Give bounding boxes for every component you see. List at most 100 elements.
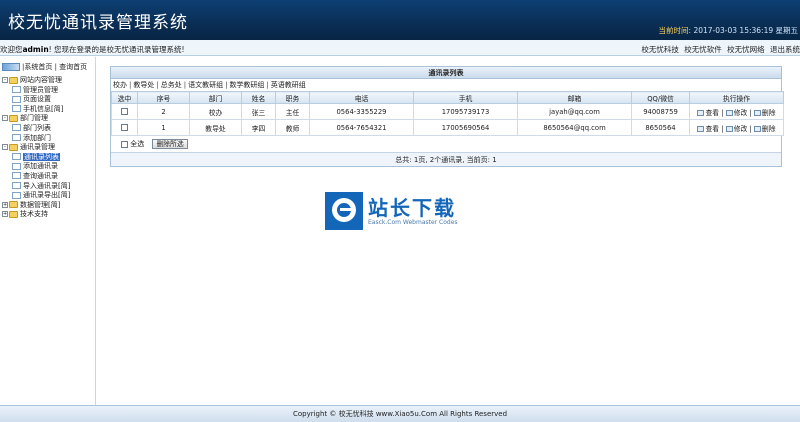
dept-tab[interactable]: 英语教研组 — [271, 81, 306, 89]
folder-icon — [9, 114, 18, 122]
page-icon — [12, 105, 21, 113]
dept-tab[interactable]: 总务处 — [161, 81, 182, 89]
table-body: 2 校办 张三 主任 0564-3355229 17095739173 jayah@qq.c… — [111, 103, 784, 136]
dept-tab[interactable]: 数学教研组 — [229, 81, 264, 89]
sidebar-item[interactable]: 查询通讯录 — [2, 172, 94, 182]
row-checkbox[interactable] — [121, 124, 128, 131]
row-checkbox[interactable] — [121, 108, 128, 115]
dept-tab[interactable]: 教导处 — [133, 81, 154, 89]
page-icon — [12, 134, 21, 142]
welcome-prefix: 欢迎您 — [0, 45, 23, 54]
expand-toggle-icon[interactable]: + — [2, 211, 8, 218]
cell-qq: 8650564 — [631, 119, 690, 136]
sidebar-item-label: 通讯录管理 — [20, 143, 55, 152]
sidebar-item[interactable]: 部门列表 — [2, 124, 94, 134]
delete-label: 删除 — [761, 108, 776, 117]
sidebar-item-label: 查询通讯录 — [23, 171, 58, 180]
cell-mobile: 17005690564 — [413, 119, 518, 136]
link-company[interactable]: 校无忧科技 — [641, 45, 679, 54]
column-header: 职务 — [275, 91, 310, 104]
sidebar-item[interactable]: 手机信息[简] — [2, 105, 94, 115]
main-content: 通讯录列表 校办 | 教导处 | 总务处 | 语文教研组 | 数学教研组 | 英语教研组 选中 序号部… — [110, 66, 784, 167]
link-software[interactable]: 校无忧软件 — [684, 45, 722, 54]
sidebar-item-label: 通讯录列表 — [23, 152, 60, 161]
cell-email: 8650564@qq.com — [517, 119, 632, 136]
cell-dept: 教导处 — [189, 119, 242, 136]
panel-title: 通讯录列表 — [111, 67, 781, 79]
page-icon — [12, 182, 21, 190]
folder-icon — [9, 76, 18, 84]
column-header: QQ/微信 — [631, 91, 690, 104]
top-links: 校无忧科技 校无忧软件 校无忧网络 退出系统 — [638, 44, 800, 55]
sidebar-item[interactable]: - 网站内容管理 — [2, 76, 94, 86]
delete-button[interactable]: 删除 — [753, 124, 776, 133]
cell-email: jayah@qq.com — [517, 103, 632, 120]
cell-name: 李四 — [241, 119, 276, 136]
view-button[interactable]: 查看 — [697, 109, 719, 117]
logout-link[interactable]: 退出系统 — [770, 45, 800, 54]
column-header: 选中 — [111, 91, 138, 104]
edit-button[interactable]: 修改 — [725, 109, 747, 117]
delete-selected-button[interactable]: 删除所选 — [152, 139, 188, 149]
folder-icon — [9, 210, 18, 218]
tab-separator: | — [266, 81, 269, 89]
sidebar-item[interactable]: + 技术支持 — [2, 210, 94, 220]
nav-tree: - 网站内容管理 管理员管理 页面设置 手机信息[简] - 部门管理 部门列表 添加部门 - 通讯录… — [2, 76, 94, 220]
contacts-panel: 通讯录列表 校办 | 教导处 | 总务处 | 语文教研组 | 数学教研组 | 英语教研组 选中 序号部… — [110, 66, 784, 167]
pager: 总共: 1页, 2个通讯录, 当前页: 1 — [111, 152, 781, 166]
sidebar-item[interactable]: 通讯录列表 — [2, 152, 94, 163]
link-network[interactable]: 校无忧网络 — [727, 45, 765, 54]
delete-button[interactable]: 删除 — [753, 108, 776, 117]
sidebar-item[interactable]: 通讯录导出[简] — [2, 191, 94, 201]
row-select-cell — [111, 119, 138, 136]
sidebar-item[interactable]: + 数据管理[简] — [2, 201, 94, 211]
column-header: 部门 — [189, 91, 242, 104]
sidebar-item[interactable]: 添加部门 — [2, 134, 94, 144]
edit-button[interactable]: 修改 — [725, 124, 748, 133]
expand-toggle-icon[interactable]: - — [2, 144, 8, 151]
view-button[interactable]: 查看 — [697, 125, 719, 133]
folder-icon — [9, 201, 18, 209]
app-header: 校无忧通讯录管理系统 当前时间: 2017-03-03 15:36:19 星期五 — [0, 0, 800, 40]
watermark-subtitle: Easck.Com Webmaster Codes — [368, 219, 458, 226]
current-user: admin — [22, 45, 49, 54]
watermark-title: 站长下载 — [368, 196, 456, 220]
sidebar-item-label: 部门管理 — [20, 114, 48, 123]
column-header: 姓名 — [241, 91, 276, 104]
sidebar-item[interactable]: 管理员管理 — [2, 86, 94, 96]
expand-toggle-icon[interactable]: + — [2, 201, 8, 208]
select-all-label: 全选 — [130, 140, 145, 148]
view-icon — [697, 125, 705, 132]
current-time: 当前时间: 2017-03-03 15:36:19 星期五 — [659, 25, 798, 36]
edit-label: 修改 — [733, 124, 748, 133]
column-header: 手机 — [413, 91, 518, 104]
sidebar-item-label: 数据管理[简] — [20, 200, 61, 209]
expand-toggle-icon[interactable]: - — [2, 115, 8, 122]
expand-toggle-icon[interactable]: - — [2, 77, 8, 83]
sidebar-item[interactable]: 添加通讯录 — [2, 162, 94, 172]
cell-mobile: 17095739173 — [413, 103, 518, 120]
page-icon — [12, 162, 21, 170]
watermark-logo-icon — [325, 192, 363, 230]
sidebar-item[interactable]: - 通讯录管理 — [2, 143, 94, 153]
delete-label: 删除 — [761, 124, 776, 133]
sidebar-item-label: 通讯录导出[简] — [23, 191, 71, 200]
cell-phone: 0564-3355229 — [309, 103, 414, 120]
sidebar-item[interactable]: 导入通讯录[简] — [2, 182, 94, 192]
sidebar-item[interactable]: - 部门管理 — [2, 114, 94, 124]
dept-tab[interactable]: 校办 — [113, 81, 127, 89]
time-value: 2017-03-03 15:36:19 星期五 — [693, 26, 798, 35]
row-actions: 查看 | 修改 | 删除 — [689, 103, 784, 120]
dept-tab[interactable]: 语文教研组 — [188, 81, 223, 89]
cell-qq: 94008759 — [631, 103, 690, 120]
sidebar-item[interactable]: 页面设置 — [2, 95, 94, 105]
quick-links-text[interactable]: |系统首页 | 查询首页 — [22, 63, 87, 71]
table-row: 2 校办 张三 主任 0564-3355229 17095739173 jayah@qq.c… — [111, 103, 784, 120]
quick-links[interactable]: |系统首页 | 查询首页 — [2, 62, 87, 72]
column-header: 邮箱 — [517, 91, 632, 104]
column-header: 序号 — [137, 91, 190, 104]
select-all-checkbox[interactable] — [121, 140, 128, 148]
cell-index: 1 — [137, 119, 190, 136]
delete-icon — [753, 109, 761, 116]
watermark: 站长下载 Easck.Com Webmaster Codes — [325, 192, 475, 234]
